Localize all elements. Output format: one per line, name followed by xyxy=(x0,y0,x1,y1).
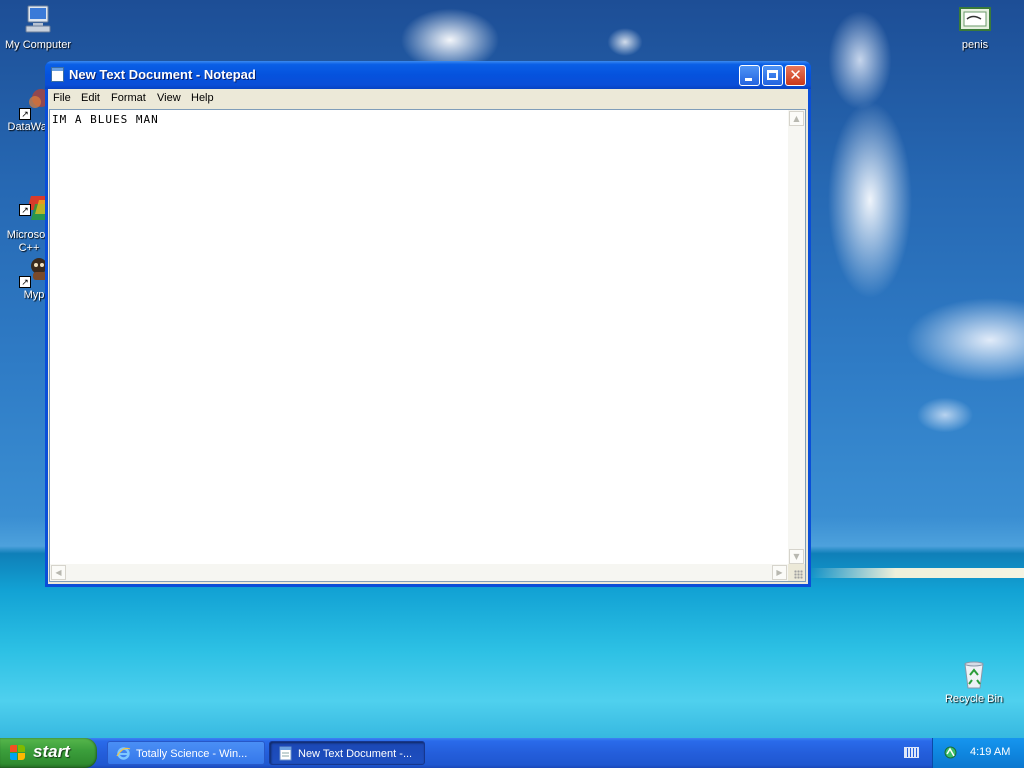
start-label: start xyxy=(33,742,70,761)
shortcut-arrow-icon: ↗ xyxy=(19,204,31,216)
vertical-scrollbar[interactable]: ▲ ▼ xyxy=(788,110,805,565)
taskbar: start Totally Science - Win... New Text … xyxy=(0,738,1024,768)
scroll-up-arrow-icon[interactable]: ▲ xyxy=(789,111,804,126)
taskbar-button-internet-explorer[interactable]: Totally Science - Win... xyxy=(107,741,265,765)
clock[interactable]: 4:19 AM xyxy=(970,746,1010,758)
internet-explorer-icon xyxy=(116,746,131,761)
window-title: New Text Document - Notepad xyxy=(69,67,256,82)
menu-view[interactable]: View xyxy=(157,92,181,104)
maximize-icon xyxy=(767,70,778,80)
menu-edit[interactable]: Edit xyxy=(81,92,100,104)
minimize-button[interactable] xyxy=(739,65,760,86)
menu-file[interactable]: File xyxy=(53,92,71,104)
desktop-icon-recycle-bin[interactable]: Recycle Bin xyxy=(937,658,1011,706)
shortcut-arrow-icon: ↗ xyxy=(19,108,31,120)
taskbar-button-label: Totally Science - Win... xyxy=(136,748,248,760)
windows-logo-icon xyxy=(10,745,27,761)
menu-help[interactable]: Help xyxy=(191,92,214,104)
notepad-icon xyxy=(51,67,64,82)
horizon-sand xyxy=(810,568,1024,578)
notepad-icon xyxy=(278,746,293,761)
taskbar-button-label: New Text Document -... xyxy=(298,748,413,760)
desktop-icon-image-file[interactable]: penis xyxy=(938,4,1012,52)
desktop-icon-label: My Computer xyxy=(4,39,72,51)
computer-icon xyxy=(22,4,54,36)
resize-grip-icon[interactable] xyxy=(788,564,805,581)
network-tray-icon[interactable] xyxy=(943,745,958,760)
desktop: My Computer ↗ DataWar ↗ Microsoft C++ ↗ … xyxy=(0,0,1024,738)
window-client-area: File Edit Format View Help IM A BLUES MA… xyxy=(48,89,808,584)
text-editor[interactable]: IM A BLUES MAN ▲ ▼ ◀ ▶ xyxy=(49,109,806,582)
desktop-icon-label: Recycle Bin xyxy=(944,693,1004,705)
scroll-left-arrow-icon[interactable]: ◀ xyxy=(51,565,66,580)
desktop-icon-my-computer[interactable]: My Computer xyxy=(1,4,75,52)
minimize-icon xyxy=(745,78,752,81)
close-button[interactable]: ✕ xyxy=(785,65,806,86)
menu-format[interactable]: Format xyxy=(111,92,146,104)
desktop-icon-label: penis xyxy=(961,39,989,51)
menu-bar: File Edit Format View Help xyxy=(48,89,808,108)
system-tray: 4:19 AM xyxy=(932,738,1024,768)
horizontal-scrollbar[interactable]: ◀ ▶ xyxy=(50,564,788,581)
shortcut-arrow-icon: ↗ xyxy=(19,276,31,288)
scroll-right-arrow-icon[interactable]: ▶ xyxy=(772,565,787,580)
title-bar[interactable]: New Text Document - Notepad ✕ xyxy=(45,61,811,89)
recycle-bin-icon xyxy=(958,658,990,690)
document-text[interactable]: IM A BLUES MAN xyxy=(52,113,159,126)
taskbar-button-notepad[interactable]: New Text Document -... xyxy=(269,741,425,765)
start-button[interactable]: start xyxy=(0,738,97,768)
maximize-button[interactable] xyxy=(762,65,783,86)
image-file-icon xyxy=(959,4,991,36)
scroll-down-arrow-icon[interactable]: ▼ xyxy=(789,549,804,564)
notepad-window[interactable]: New Text Document - Notepad ✕ File Edit … xyxy=(45,61,811,587)
keyboard-icon[interactable] xyxy=(904,747,919,758)
close-icon: ✕ xyxy=(789,66,802,84)
